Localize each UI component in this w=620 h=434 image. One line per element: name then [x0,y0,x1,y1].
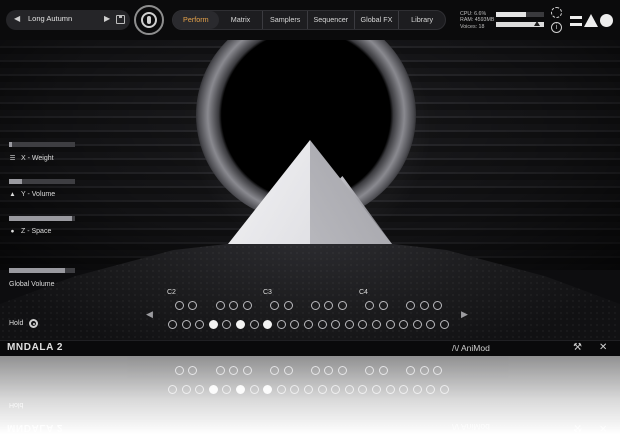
mindala-instrument-ui: ◀ Long Autumn ▶ Perform Matrix Samplers … [0,0,620,356]
hold-label: Hold [9,320,24,327]
main-tabs: Perform Matrix Samplers Sequencer Global… [172,10,446,30]
x-weight-slider[interactable] [9,142,75,147]
top-bar: ◀ Long Autumn ▶ Perform Matrix Samplers … [0,0,620,40]
black-key[interactable] [338,301,347,310]
white-key[interactable] [440,320,449,329]
y-volume-fill [9,179,23,184]
black-key[interactable] [419,301,429,310]
brand-logo-icon [570,14,614,28]
black-key[interactable] [215,301,225,310]
white-key[interactable] [385,320,395,329]
white-key[interactable] [412,320,422,329]
tab-sequencer[interactable]: Sequencer [307,11,354,29]
mindala-logo-icon[interactable] [134,5,164,35]
global-volume-label: Global Volume [9,281,55,288]
info-icon[interactable]: i [551,22,562,33]
ram-readout: RAM: 4593MB [460,17,495,24]
octave-down-button[interactable]: ◀ [146,309,153,320]
gear-icon[interactable] [551,7,562,18]
voices-readout: Voices: 18 [460,23,485,30]
x-weight-fill [9,142,13,147]
brand-lines-icon [570,15,582,27]
octave-label-c2: C2 [167,289,176,296]
y-volume-label: ▲ Y - Volume [9,191,56,198]
white-key[interactable] [181,320,191,329]
x-weight-label: ☰ X - Weight [9,155,54,162]
bottom-bar: MNDALA 2 /\/ AniMod ⚒ ✕ [0,340,620,356]
product-name: MNDALA 2 [7,342,64,353]
tab-matrix[interactable]: Matrix [219,11,263,29]
black-key[interactable] [270,301,279,310]
brand-circle-icon [600,14,613,27]
white-key[interactable] [344,320,354,329]
black-key[interactable] [242,301,252,310]
triangle-icon: ▲ [9,191,16,198]
white-key[interactable] [236,320,245,329]
xy-pyramid-pad[interactable] [228,140,392,244]
white-key[interactable] [372,320,381,329]
lines-icon: ☰ [9,155,16,162]
brand-triangle-icon [584,14,598,27]
hold-toggle[interactable] [29,319,38,328]
tab-samplers[interactable]: Samplers [262,11,307,29]
white-key[interactable] [304,320,313,329]
maker-logo: /\/ AniMod [452,343,490,353]
black-key[interactable] [174,301,184,310]
black-key[interactable] [406,301,415,310]
white-key[interactable] [249,320,259,329]
z-space-slider[interactable] [9,216,75,221]
cpu-meter [496,12,544,17]
performance-stats: CPU: 6.6% RAM: 4593MB Voices: 18 [460,11,494,30]
reflection-fade [0,356,620,434]
preset-name[interactable]: Long Autumn [28,14,72,23]
cpu-meter-fill [496,12,526,17]
z-space-fill [9,216,72,221]
white-key[interactable] [168,320,177,329]
white-key[interactable] [317,320,327,329]
global-volume-slider[interactable] [9,268,75,273]
meter-marker-icon [534,21,540,26]
ui-reflection: MNDALA 2 /\/ AniMod ⚒ ✕ Hold [0,356,620,434]
y-volume-slider[interactable] [9,179,75,184]
pin-icon[interactable]: ✕ [599,342,607,353]
preset-prev-button[interactable]: ◀ [14,14,20,23]
tab-library[interactable]: Library [398,11,445,29]
z-space-label: ● Z - Space [10,228,52,235]
tab-perform[interactable]: Perform [173,11,219,29]
wrench-icon[interactable]: ⚒ [573,342,582,353]
tab-global-fx[interactable]: Global FX [353,11,399,29]
octave-label-c4: C4 [359,289,368,296]
save-icon[interactable] [116,15,125,24]
octave-label-c3: C3 [263,289,272,296]
white-key[interactable] [276,320,286,329]
black-key[interactable] [283,301,293,310]
white-key[interactable] [208,320,218,329]
preset-next-button[interactable]: ▶ [104,14,110,23]
octave-up-button[interactable]: ▶ [461,309,468,320]
global-volume-fill [9,268,66,273]
black-key[interactable] [310,301,320,310]
preset-browser[interactable]: ◀ Long Autumn ▶ [6,10,130,30]
circle-icon: ● [10,228,15,235]
black-key[interactable] [378,301,388,310]
